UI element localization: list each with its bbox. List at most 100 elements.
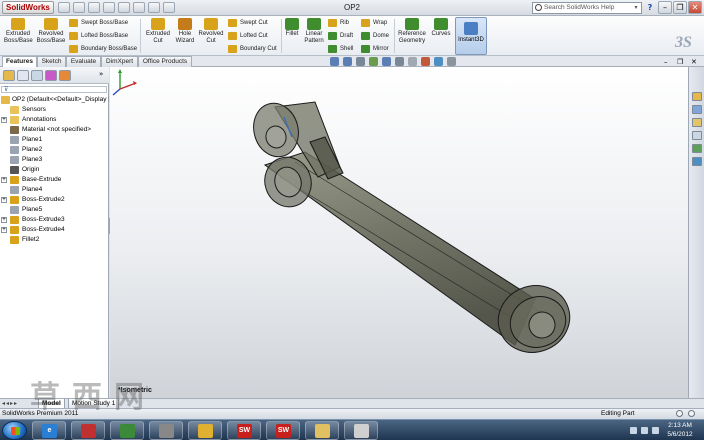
- mirror-button[interactable]: Mirror: [361, 43, 389, 55]
- draft-button[interactable]: Draft: [328, 30, 353, 42]
- chevron-right-icon[interactable]: »: [99, 70, 103, 78]
- doc-minimize-button[interactable]: –: [664, 58, 668, 66]
- tree-item[interactable]: + Boss-Extrude3: [0, 215, 109, 225]
- tray-network-icon[interactable]: [641, 427, 648, 434]
- dimxpertmanager-tab-icon[interactable]: [45, 70, 57, 81]
- revolved-boss-button[interactable]: Revolved Boss/Base: [35, 18, 67, 45]
- taskbar-app-explorer[interactable]: [305, 421, 339, 440]
- taskbar-clock[interactable]: 2:13 AM 5/6/2012: [660, 421, 700, 439]
- tree-item[interactable]: + Base-Extrude: [0, 175, 109, 185]
- previous-view-icon[interactable]: [356, 57, 365, 66]
- doc-restore-button[interactable]: ❐: [677, 58, 683, 66]
- extruded-cut-button[interactable]: Extruded Cut: [144, 18, 172, 45]
- extruded-boss-button[interactable]: Extruded Boss/Base: [4, 18, 33, 45]
- hide-show-items-icon[interactable]: [408, 57, 417, 66]
- expand-plus-icon[interactable]: +: [1, 227, 7, 233]
- display-style-icon[interactable]: [395, 57, 404, 66]
- rebuild-status-icon[interactable]: [676, 410, 683, 417]
- help-search-input[interactable]: Search SolidWorks Help ▾: [532, 2, 642, 14]
- tree-item[interactable]: Plane1: [0, 135, 109, 145]
- tree-root-part[interactable]: OP2 (Default<<Default>_Display State 1>): [0, 95, 109, 105]
- print-icon[interactable]: [103, 2, 115, 13]
- tab-office-products[interactable]: Office Products: [138, 56, 192, 67]
- expand-plus-icon[interactable]: +: [1, 197, 7, 203]
- expand-plus-icon[interactable]: +: [1, 117, 7, 123]
- start-button[interactable]: [2, 421, 27, 440]
- expand-plus-icon[interactable]: +: [1, 217, 7, 223]
- wrap-button[interactable]: Wrap: [361, 17, 387, 29]
- rib-button[interactable]: Rib: [328, 17, 349, 29]
- fillet-button[interactable]: Fillet: [284, 18, 300, 38]
- taskbar-app-solidworks1[interactable]: SW: [227, 421, 261, 440]
- minimize-button[interactable]: –: [658, 1, 672, 14]
- tree-item[interactable]: + Boss-Extrude4: [0, 225, 109, 235]
- linear-pattern-button[interactable]: Linear Pattern: [302, 18, 326, 45]
- hole-wizard-button[interactable]: Hole Wizard: [173, 18, 197, 45]
- taskbar-app-app5[interactable]: [188, 421, 222, 440]
- zoom-to-area-icon[interactable]: [343, 57, 352, 66]
- tab-scroll-arrows-icon[interactable]: ◂◂▸▸: [2, 400, 18, 408]
- graphics-area[interactable]: *Isometric: [110, 67, 688, 398]
- tree-item[interactable]: Plane3: [0, 155, 109, 165]
- lofted-cut-button[interactable]: Lofted Cut: [228, 30, 268, 42]
- taskbar-app-app3[interactable]: [110, 421, 144, 440]
- boundary-cut-button[interactable]: Boundary Cut: [228, 43, 277, 55]
- tray-flag-icon[interactable]: [630, 427, 637, 434]
- propertymanager-tab-icon[interactable]: [17, 70, 29, 81]
- zoom-to-fit-icon[interactable]: [330, 57, 339, 66]
- tab-evaluate[interactable]: Evaluate: [66, 56, 101, 67]
- tree-item[interactable]: Fillet2: [0, 235, 109, 245]
- apply-scene-icon[interactable]: [434, 57, 443, 66]
- view-orientation-icon[interactable]: [382, 57, 391, 66]
- rebuild-icon[interactable]: [148, 2, 160, 13]
- tray-volume-icon[interactable]: [652, 427, 659, 434]
- tree-item[interactable]: + Boss-Extrude2: [0, 195, 109, 205]
- swept-boss-button[interactable]: Swept Boss/Base: [69, 17, 128, 29]
- solidworks-logo[interactable]: SolidWorks: [2, 1, 54, 14]
- curves-button[interactable]: Curves: [430, 18, 452, 38]
- search-dropdown-chevron-icon[interactable]: ▾: [632, 3, 640, 13]
- save-icon[interactable]: [88, 2, 100, 13]
- taskbar-app-app2[interactable]: [71, 421, 105, 440]
- section-view-icon[interactable]: [369, 57, 378, 66]
- tree-item[interactable]: Origin: [0, 165, 109, 175]
- design-library-icon[interactable]: [692, 105, 702, 114]
- help-icon[interactable]: ?: [643, 2, 657, 14]
- options-icon[interactable]: [163, 2, 175, 13]
- swept-cut-button[interactable]: Swept Cut: [228, 17, 268, 29]
- lofted-boss-button[interactable]: Lofted Boss/Base: [69, 30, 128, 42]
- featuremanager-tab-icon[interactable]: [3, 70, 15, 81]
- expand-plus-icon[interactable]: +: [1, 177, 7, 183]
- view-settings-icon[interactable]: [447, 57, 456, 66]
- view-palette-icon[interactable]: [692, 144, 702, 153]
- tree-item[interactable]: Plane2: [0, 145, 109, 155]
- tree-filter-input[interactable]: ⊽: [1, 86, 107, 93]
- taskbar-app-app4[interactable]: [149, 421, 183, 440]
- tab-dimxpert[interactable]: DimXpert: [101, 56, 138, 67]
- open-folder-icon[interactable]: [73, 2, 85, 13]
- shell-button[interactable]: Shell: [328, 43, 353, 55]
- appearances-icon[interactable]: [692, 157, 702, 166]
- file-explorer-icon[interactable]: [692, 118, 702, 127]
- boundary-boss-button[interactable]: Boundary Boss/Base: [69, 43, 137, 55]
- taskbar-app-app9[interactable]: [344, 421, 378, 440]
- tree-item[interactable]: Plane5: [0, 205, 109, 215]
- tree-item[interactable]: Material <not specified>: [0, 125, 109, 135]
- tree-item[interactable]: + Annotations: [0, 115, 109, 125]
- edit-appearance-icon[interactable]: [421, 57, 430, 66]
- help-status-icon[interactable]: [688, 410, 695, 417]
- close-button[interactable]: ✕: [688, 1, 702, 14]
- instant3d-button[interactable]: Instant3D: [455, 17, 487, 55]
- tab-sketch[interactable]: Sketch: [37, 56, 66, 67]
- configurationmanager-tab-icon[interactable]: [31, 70, 43, 81]
- doc-close-button[interactable]: ✕: [691, 58, 697, 66]
- revolved-cut-button[interactable]: Revolved Cut: [198, 18, 224, 45]
- tree-item[interactable]: Plane4: [0, 185, 109, 195]
- undo-icon[interactable]: [118, 2, 130, 13]
- search-results-icon[interactable]: [692, 131, 702, 140]
- taskbar-app-solidworks2[interactable]: SW: [266, 421, 300, 440]
- tree-item[interactable]: Sensors: [0, 105, 109, 115]
- dome-button[interactable]: Dome: [361, 30, 389, 42]
- displaymanager-tab-icon[interactable]: [59, 70, 71, 81]
- taskbar-app-ie[interactable]: e: [32, 421, 66, 440]
